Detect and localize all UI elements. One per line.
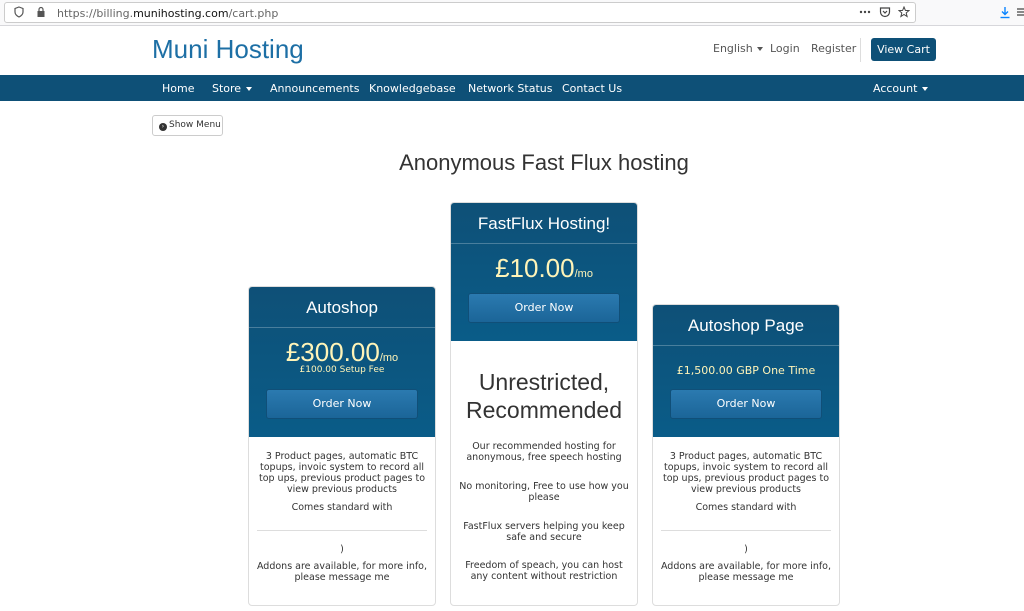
price-amount: £300.00	[285, 337, 380, 367]
nav-account[interactable]: Account	[873, 82, 929, 95]
menu-icon[interactable]	[1016, 6, 1024, 18]
order-now-button[interactable]: Order Now	[468, 293, 620, 323]
register-link[interactable]: Register	[811, 42, 856, 55]
order-now-button[interactable]: Order Now	[670, 389, 822, 419]
divider	[249, 327, 435, 328]
address-bar[interactable]: https://billing.munihosting.com/cart.php	[4, 2, 916, 23]
login-link[interactable]: Login	[770, 42, 800, 55]
nav-knowledgebase[interactable]: Knowledgebase	[369, 82, 456, 95]
feature-text: FastFlux servers helping you keep safe a…	[463, 521, 625, 543]
chevron-down-icon	[756, 47, 763, 51]
brand-logo[interactable]: Muni Hosting	[152, 34, 304, 65]
feature-text: Addons are available, for more info, ple…	[256, 561, 428, 583]
feature-text: No monitoring, Free to use how you pleas…	[459, 481, 629, 503]
nav-announcements[interactable]: Announcements	[270, 82, 359, 95]
setup-fee: £100.00 Setup Fee	[299, 365, 385, 375]
order-now-button[interactable]: Order Now	[266, 389, 418, 419]
card-header: FastFlux Hosting! £10.00/mo Order Now	[451, 203, 637, 341]
language-dropdown[interactable]: English	[713, 42, 763, 55]
feature-text: Our recommended hosting for anonymous, f…	[466, 441, 622, 463]
price-period: /mo	[574, 268, 593, 280]
card-price: £10.00/mo	[451, 253, 637, 284]
language-label: English	[713, 42, 753, 55]
browser-toolbar: https://billing.munihosting.com/cart.php	[0, 0, 1024, 26]
price-amount: £10.00	[495, 253, 575, 283]
nav-contact-us[interactable]: Contact Us	[562, 82, 622, 95]
pricing-card-autoshop-page: Autoshop Page £1,500.00 GBP One Time Ord…	[652, 304, 840, 606]
divider	[661, 530, 831, 531]
feature-text: Addons are available, for more info, ple…	[660, 561, 832, 583]
pocket-icon[interactable]	[879, 6, 891, 18]
view-cart-button[interactable]: View Cart	[871, 38, 936, 61]
feature-text: 3 Product pages, automatic BTC topups, i…	[662, 451, 830, 495]
arrow-circle-icon: ›	[159, 123, 167, 131]
nav-store[interactable]: Store	[212, 82, 253, 95]
lock-icon[interactable]	[35, 6, 47, 18]
feature-headline: Unrestricted, Recommended	[466, 369, 622, 423]
feature-text: )	[744, 544, 748, 555]
url-text: https://billing.munihosting.com/cart.php	[57, 7, 279, 20]
divider	[451, 243, 637, 244]
card-header: Autoshop Page £1,500.00 GBP One Time Ord…	[653, 305, 839, 437]
nav-network-status[interactable]: Network Status	[468, 82, 552, 95]
card-price: £300.00/mo	[249, 337, 435, 368]
feature-text: Comes standard with	[695, 502, 797, 513]
main-navbar: Home Store Announcements Knowledgebase N…	[0, 75, 1024, 101]
card-price: £1,500.00 GBP One Time	[676, 364, 816, 377]
card-title: Autoshop	[306, 298, 378, 317]
feature-text: 3 Product pages, automatic BTC topups, i…	[258, 451, 426, 495]
shield-icon[interactable]	[13, 6, 25, 18]
nav-account-label: Account	[873, 82, 918, 95]
nav-home[interactable]: Home	[162, 82, 194, 95]
card-title: Autoshop Page	[687, 316, 805, 335]
header-divider	[860, 38, 861, 62]
star-icon[interactable]	[897, 5, 911, 18]
divider	[653, 345, 839, 346]
more-icon[interactable]	[859, 6, 871, 18]
pricing-card-autoshop: Autoshop £300.00/mo £100.00 Setup Fee Or…	[248, 286, 436, 606]
chevron-down-icon	[922, 87, 929, 91]
pricing-card-fastflux: FastFlux Hosting! £10.00/mo Order Now Un…	[450, 202, 638, 606]
download-icon[interactable]	[999, 6, 1011, 19]
page-title: Anonymous Fast Flux hosting	[399, 150, 689, 175]
show-menu-button[interactable]: › Show Menu	[152, 115, 223, 136]
divider	[257, 530, 427, 531]
show-menu-label: Show Menu	[169, 120, 221, 130]
card-header: Autoshop £300.00/mo £100.00 Setup Fee Or…	[249, 287, 435, 437]
feature-text: Freedom of speach, you can host any cont…	[465, 560, 623, 582]
feature-text: )	[340, 544, 344, 555]
nav-store-label: Store	[212, 82, 242, 95]
feature-text: Comes standard with	[291, 502, 393, 513]
card-title: FastFlux Hosting!	[477, 214, 611, 233]
price-period: /mo	[379, 352, 399, 364]
chevron-down-icon	[246, 87, 253, 91]
